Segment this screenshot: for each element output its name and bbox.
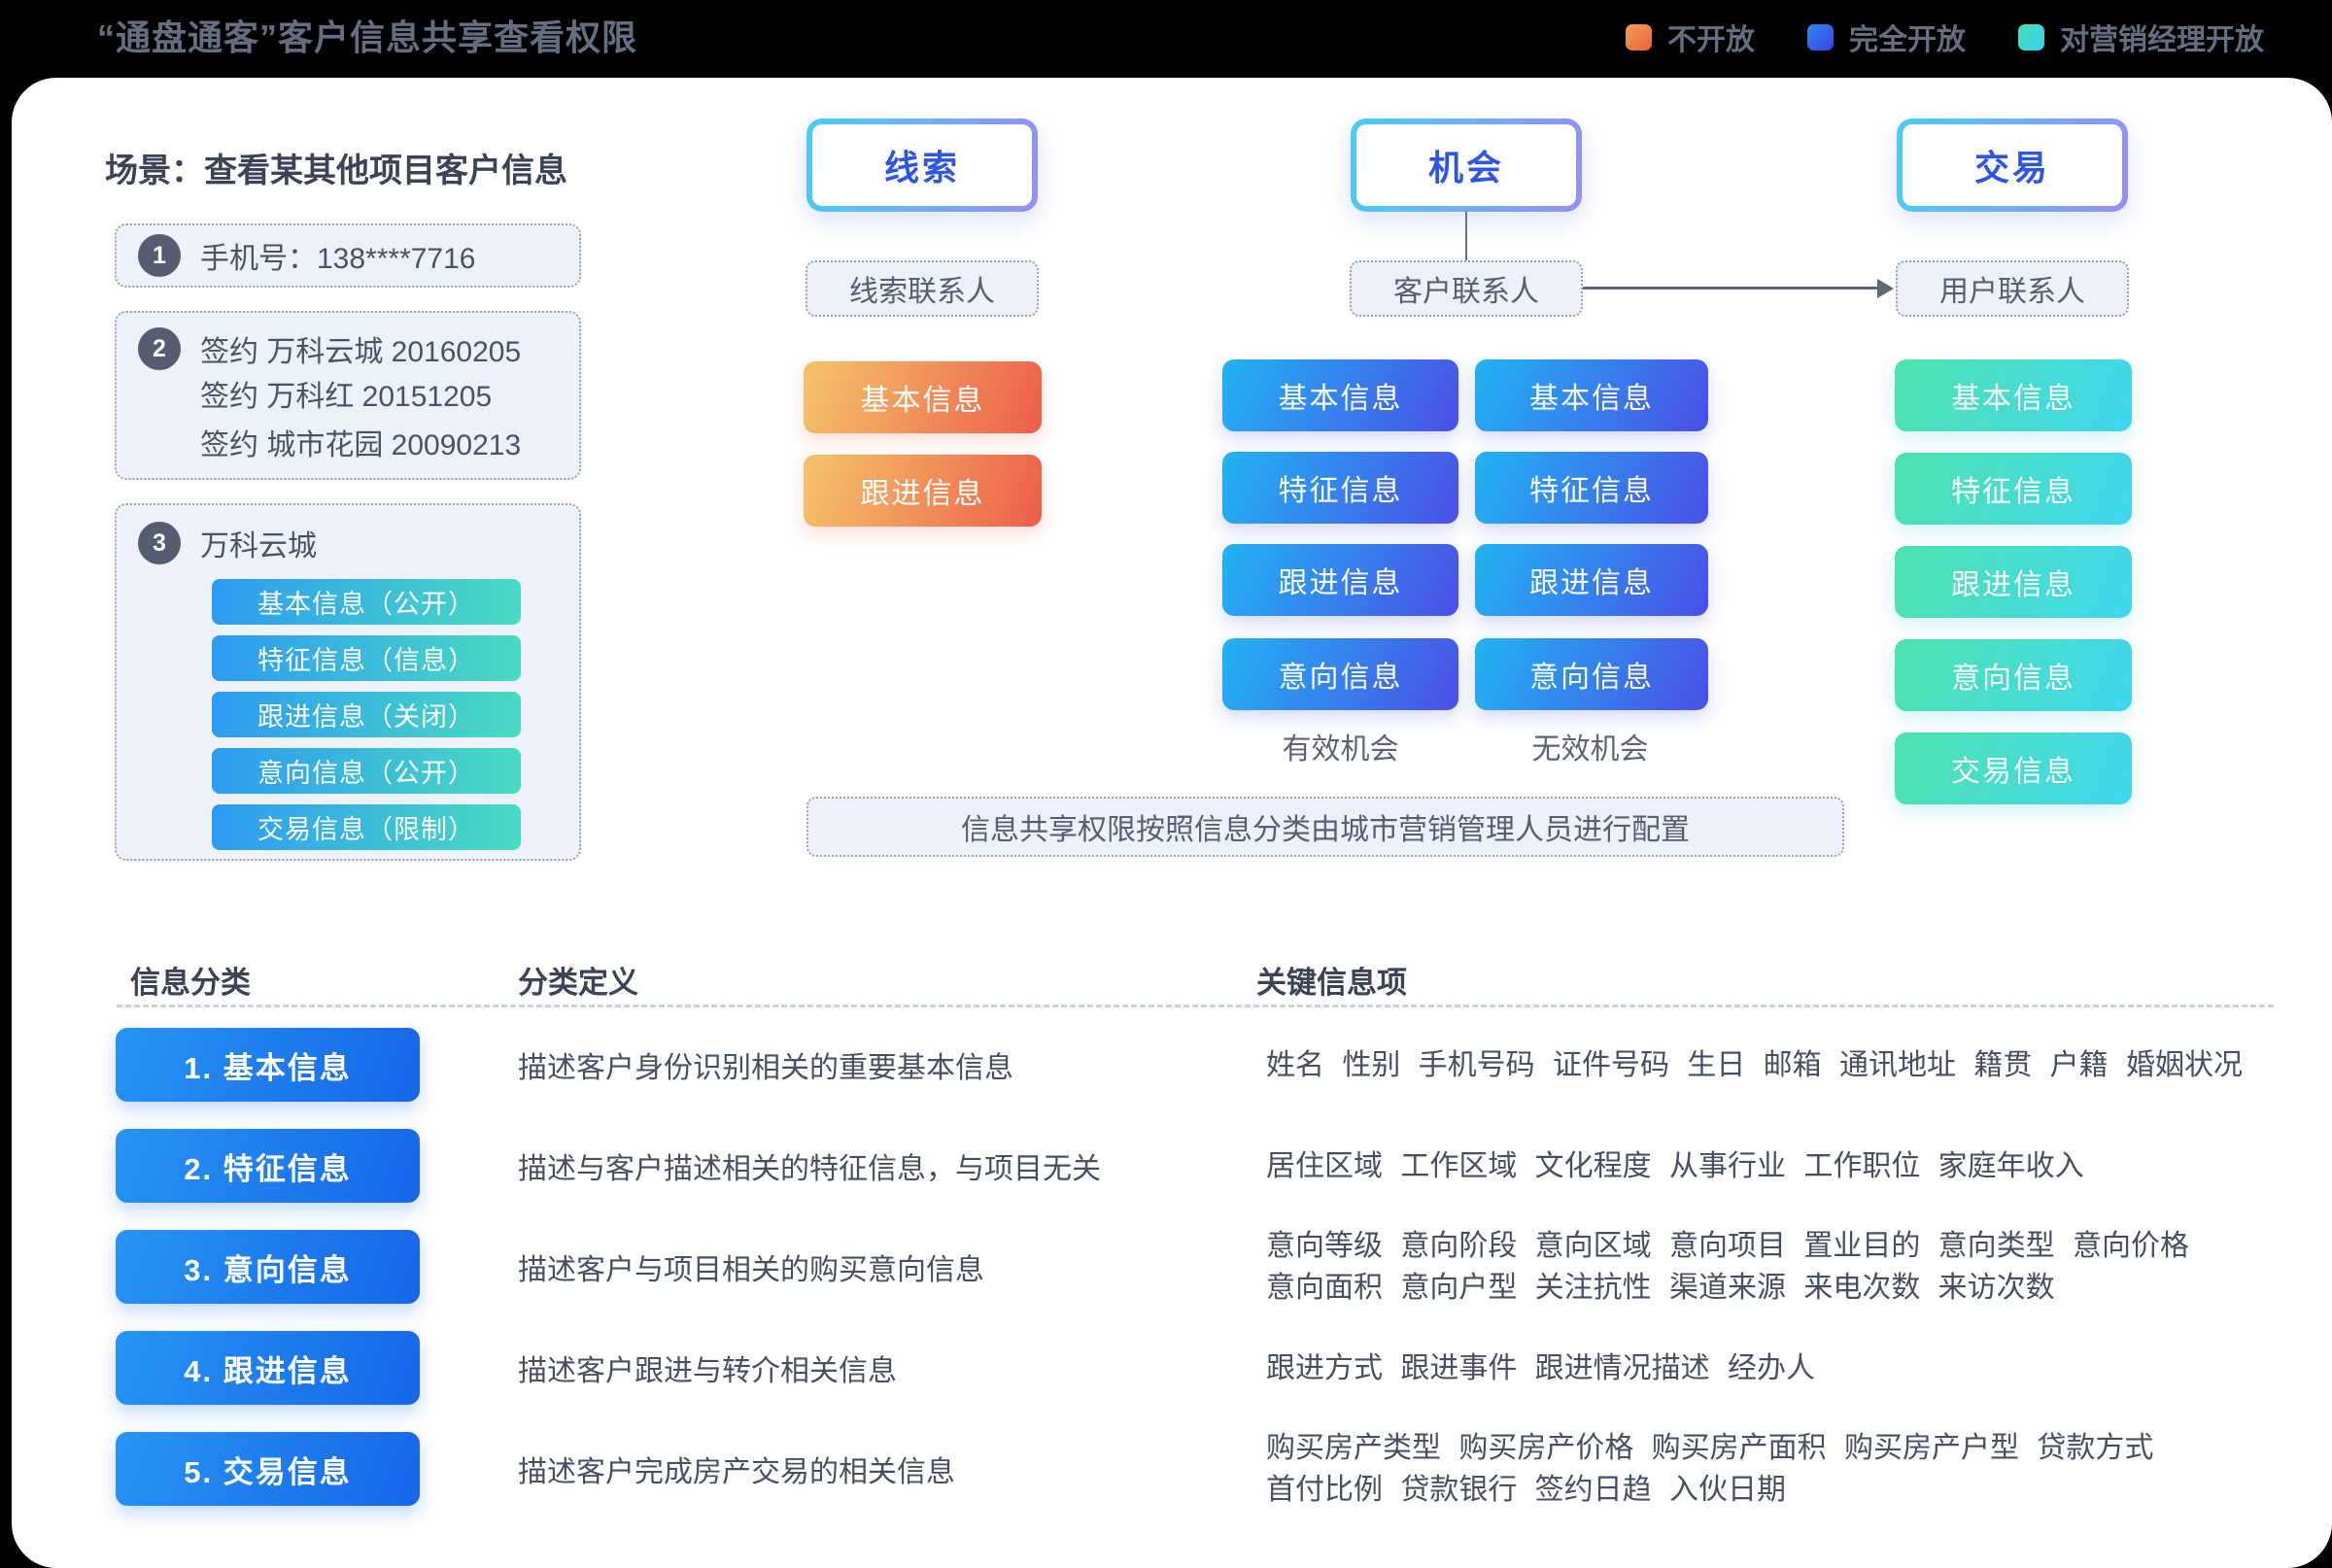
permission-pill: 交易信息（限制） [212, 804, 521, 850]
table-row: 1. 基本信息 描述客户身份识别相关的重要基本信息 姓名 性别 手机号码 证件号… [116, 1028, 2332, 1102]
stage-deal-label: 交易 [1903, 124, 2122, 206]
table-row: 5. 交易信息 描述客户完成房产交易的相关信息 购买房产类型 购买房产价格 购买… [116, 1432, 2332, 1506]
deal-info-pill: 基本信息 [1895, 359, 2132, 431]
step-3-badge: 3 [138, 522, 181, 564]
invalid-opp-info-pill: 基本信息 [1475, 359, 1708, 431]
step-2-line: 签约 万科红 20151205 [200, 373, 579, 422]
legend-item-manager-access: 对营销经理开放 [2018, 16, 2264, 58]
key-items-line: 购买房产类型 购买房产价格 购买房产面积 购买房产户型 贷款方式 [1266, 1427, 2332, 1469]
key-items-line: 首付比例 贷款银行 签约日趋 入伙日期 [1266, 1469, 2332, 1511]
step-2-line: 签约 城市花园 20090213 [200, 422, 579, 470]
stage-opportunity: 机会 [1351, 119, 1582, 212]
stage-lead: 线索 [806, 119, 1038, 212]
connector-vertical-line [1465, 212, 1467, 260]
step-1-text: 手机号：138****7716 [200, 234, 476, 277]
permission-pill: 跟进信息（关闭） [212, 692, 521, 737]
permission-pill: 意向信息（公开） [212, 748, 521, 794]
category-pill: 2. 特征信息 [116, 1129, 420, 1203]
main-card: 场景：查看某其他项目客户信息 1 手机号：138****7716 2 签约 万科… [12, 78, 2332, 1568]
legend-item-no-access: 不开放 [1626, 16, 1755, 58]
lead-info-pill: 跟进信息 [804, 455, 1042, 527]
permission-pill: 特征信息（信息） [212, 635, 521, 681]
table-header-key-items: 关键信息项 [1256, 958, 1407, 1002]
category-pill: 4. 跟进信息 [116, 1331, 420, 1405]
valid-opportunity-label: 有效机会 [1222, 725, 1458, 767]
step-2-line: 签约 万科云城 20160205 [200, 327, 521, 370]
table-separator [117, 1005, 2274, 1007]
deal-contact-box: 用户联系人 [1896, 260, 2129, 317]
scenario-step-2: 2 签约 万科云城 20160205 签约 万科红 20151205 签约 城市… [115, 311, 581, 480]
key-items-line: 意向等级 意向阶段 意向区域 意向项目 置业目的 意向类型 意向价格 [1266, 1225, 2332, 1267]
valid-opp-info-pill: 跟进信息 [1222, 544, 1458, 616]
legend-label: 完全开放 [1849, 16, 1966, 58]
table-header-category: 信息分类 [130, 958, 251, 1002]
step-2-badge: 2 [138, 327, 181, 370]
stage-deal: 交易 [1897, 119, 2128, 212]
config-note-banner: 信息共享权限按照信息分类由城市营销管理人员进行配置 [806, 797, 1844, 857]
permission-pill: 基本信息（公开） [212, 579, 521, 625]
legend: 不开放 完全开放 对营销经理开放 [1626, 16, 2264, 58]
table-row: 4. 跟进信息 描述客户跟进与转介相关信息 跟进方式 跟进事件 跟进情况描述 经… [116, 1331, 2332, 1405]
connector-arrow-line [1583, 287, 1880, 290]
category-pill: 5. 交易信息 [116, 1432, 420, 1506]
key-items-line: 姓名 性别 手机号码 证件号码 生日 邮箱 通讯地址 籍贯 户籍 婚姻状况 [1266, 1044, 2332, 1086]
table-row: 3. 意向信息 描述客户与项目相关的购买意向信息 意向等级 意向阶段 意向区域 … [116, 1230, 2332, 1304]
lead-contact-box: 线索联系人 [806, 260, 1039, 317]
stage-opportunity-label: 机会 [1356, 124, 1576, 206]
key-items-line: 跟进方式 跟进事件 跟进情况描述 经办人 [1266, 1347, 2332, 1389]
category-definition: 描述客户完成房产交易的相关信息 [518, 1448, 1188, 1490]
manager-access-swatch-icon [2018, 24, 2044, 51]
deal-info-pill: 特征信息 [1895, 453, 2132, 525]
legend-label: 不开放 [1667, 16, 1755, 58]
category-definition: 描述与客户描述相关的特征信息，与项目无关 [518, 1144, 1188, 1187]
no-access-swatch-icon [1626, 24, 1652, 51]
page-title: “通盘通客”客户信息共享查看权限 [97, 10, 637, 60]
valid-opp-info-pill: 特征信息 [1222, 452, 1458, 524]
table-row: 2. 特征信息 描述与客户描述相关的特征信息，与项目无关 居住区域 工作区域 文… [116, 1129, 2332, 1203]
deal-info-pill: 意向信息 [1895, 639, 2132, 711]
invalid-opp-info-pill: 跟进信息 [1475, 544, 1708, 616]
valid-opp-info-pill: 基本信息 [1222, 359, 1458, 431]
table-header-definition: 分类定义 [518, 958, 638, 1002]
full-access-swatch-icon [1807, 24, 1834, 51]
legend-label: 对营销经理开放 [2060, 16, 2264, 58]
step-1-badge: 1 [138, 234, 181, 277]
scenario-step-1: 1 手机号：138****7716 [115, 223, 581, 288]
scenario-title: 场景：查看某其他项目客户信息 [105, 144, 567, 191]
key-items-line: 居住区域 工作区域 文化程度 从事行业 工作职位 家庭年收入 [1266, 1145, 2332, 1187]
deal-info-pill: 跟进信息 [1895, 546, 2132, 618]
opportunity-contact-box: 客户联系人 [1350, 260, 1583, 317]
invalid-opp-info-pill: 意向信息 [1475, 638, 1708, 710]
key-items-line: 意向面积 意向户型 关注抗性 渠道来源 来电次数 来访次数 [1266, 1267, 2332, 1309]
stage-lead-label: 线索 [812, 124, 1032, 206]
category-definition: 描述客户跟进与转介相关信息 [518, 1346, 1188, 1389]
valid-opp-info-pill: 意向信息 [1222, 638, 1458, 710]
step-3-project: 万科云城 [200, 522, 317, 564]
category-definition: 描述客户身份识别相关的重要基本信息 [518, 1043, 1188, 1086]
category-table: 1. 基本信息 描述客户身份识别相关的重要基本信息 姓名 性别 手机号码 证件号… [116, 1028, 2332, 1533]
deal-info-pill: 交易信息 [1895, 733, 2132, 804]
invalid-opportunity-label: 无效机会 [1472, 725, 1708, 767]
legend-item-full-access: 完全开放 [1807, 16, 1966, 58]
invalid-opp-info-pill: 特征信息 [1475, 452, 1708, 524]
lead-info-pill: 基本信息 [804, 361, 1042, 433]
category-pill: 1. 基本信息 [116, 1028, 420, 1102]
category-definition: 描述客户与项目相关的购买意向信息 [518, 1245, 1188, 1288]
scenario-step-3: 3 万科云城 基本信息（公开） 特征信息（信息） 跟进信息（关闭） 意向信息（公… [115, 503, 581, 861]
arrowhead-icon [1877, 279, 1894, 298]
category-pill: 3. 意向信息 [116, 1230, 420, 1304]
